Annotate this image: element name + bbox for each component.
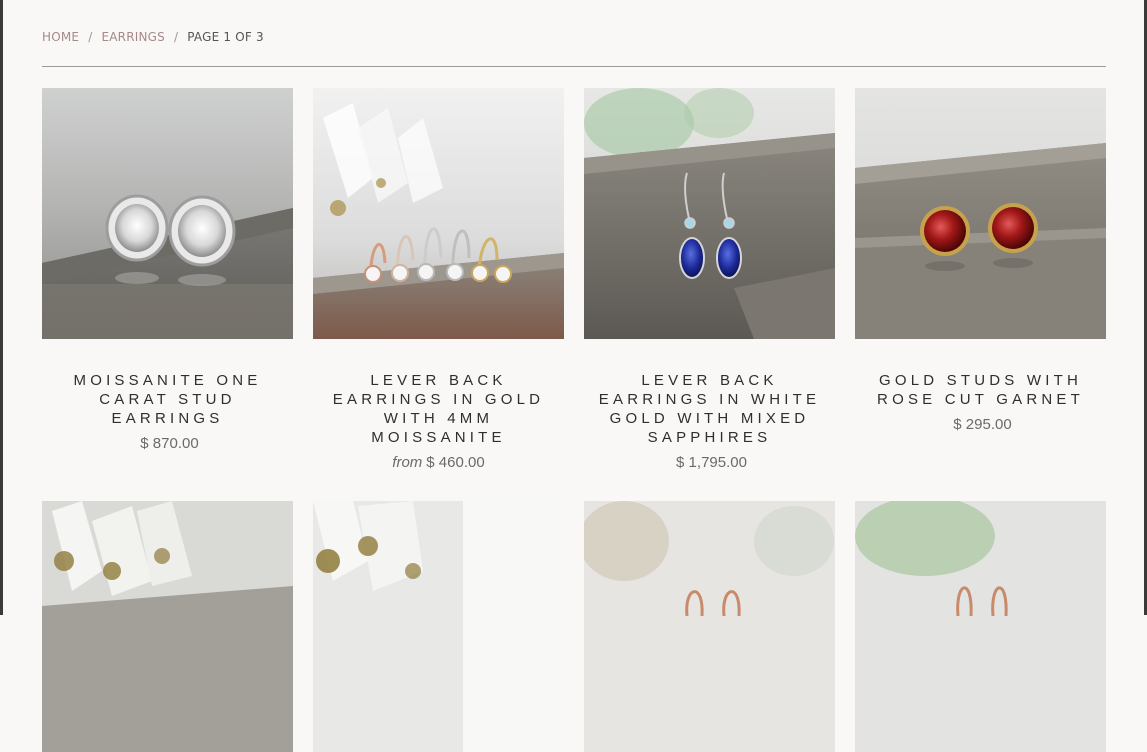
breadcrumb-home-link[interactable]: HOME: [42, 30, 79, 44]
product-title[interactable]: LEVER BACK EARRINGS IN GOLD WITH 4MM MOI…: [313, 371, 564, 447]
product-card: MOISSANITE ONE CARAT STUD EARRINGS $ 870…: [42, 88, 293, 452]
product-price: $ 870.00: [42, 435, 293, 452]
breadcrumb-current-page: PAGE 1 OF 3: [187, 30, 264, 44]
product-title[interactable]: GOLD STUDS WITH ROSE CUT GARNET: [855, 371, 1106, 409]
product-price: from $ 460.00: [313, 454, 564, 471]
product-image[interactable]: [313, 501, 564, 752]
breadcrumb-separator: /: [88, 30, 93, 44]
price-prefix: from: [392, 454, 423, 471]
price-value: $ 460.00: [426, 454, 485, 471]
product-image[interactable]: [42, 501, 293, 752]
price-value: $ 870.00: [140, 435, 199, 452]
price-value: $ 1,795.00: [676, 454, 747, 471]
product-card: [584, 501, 835, 752]
product-image[interactable]: [584, 88, 835, 339]
product-title[interactable]: MOISSANITE ONE CARAT STUD EARRINGS: [42, 371, 293, 428]
product-image[interactable]: [42, 88, 293, 339]
product-card: [42, 501, 293, 752]
breadcrumb: HOME / EARRINGS / PAGE 1 OF 3: [42, 30, 264, 44]
product-title[interactable]: LEVER BACK EARRINGS IN WHITE GOLD WITH M…: [584, 371, 835, 447]
product-card: LEVER BACK EARRINGS IN GOLD WITH 4MM MOI…: [313, 88, 564, 471]
product-card: GOLD STUDS WITH ROSE CUT GARNET $ 295.00: [855, 88, 1106, 433]
breadcrumb-separator: /: [173, 30, 179, 44]
price-value: $ 295.00: [953, 416, 1012, 433]
product-card: [855, 501, 1106, 752]
product-card: LEVER BACK EARRINGS IN WHITE GOLD WITH M…: [584, 88, 835, 471]
product-price: $ 1,795.00: [584, 454, 835, 471]
product-image[interactable]: [584, 501, 835, 752]
product-image[interactable]: [855, 501, 1106, 752]
breadcrumb-earrings-link[interactable]: EARRINGS: [101, 30, 165, 44]
product-image[interactable]: [855, 88, 1106, 339]
product-image[interactable]: [313, 88, 564, 339]
header-divider: [42, 66, 1106, 67]
product-card: [313, 501, 564, 752]
product-price: $ 295.00: [855, 416, 1106, 433]
